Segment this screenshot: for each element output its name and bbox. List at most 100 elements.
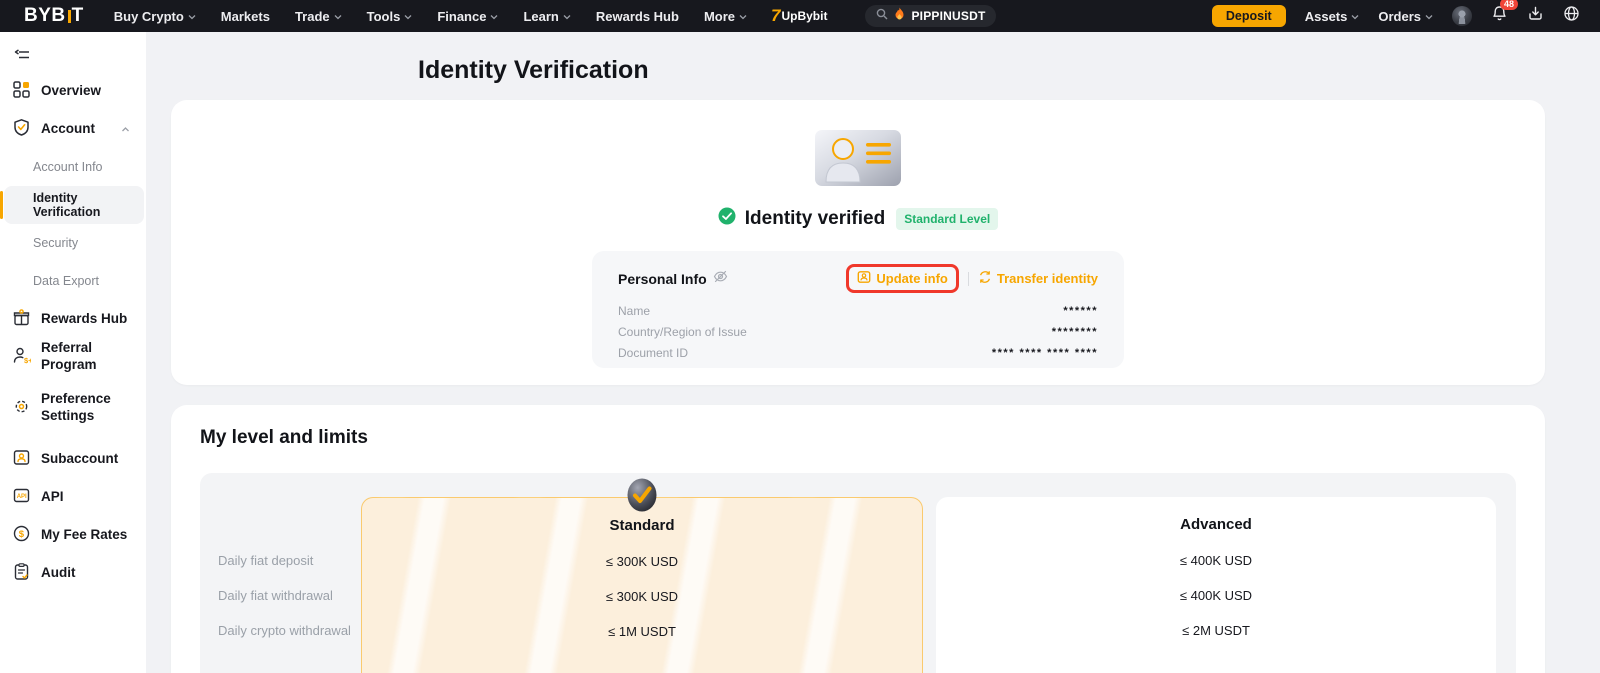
search-icon [876, 7, 888, 25]
menu-label: Learn [523, 9, 558, 24]
fee-coin-icon: $ [12, 524, 31, 546]
main-content: Identity Verification Identity verified [146, 32, 1600, 673]
sidebar-item-audit[interactable]: Audit [0, 554, 146, 592]
sidebar-item-preference-settings[interactable]: Preference Settings [0, 376, 146, 440]
chevron-up-icon [121, 122, 130, 137]
level-column-standard: Standard ≤ 300K USD ≤ 300K USD ≤ 1M USDT [361, 497, 923, 673]
limit-value: ≤ 300K USD [362, 589, 922, 604]
download-app-button[interactable] [1527, 5, 1544, 27]
sidebar: Overview Account Account Info Identity V… [0, 32, 146, 673]
sidebar-item-label: Rewards Hub [41, 311, 127, 328]
assets-menu[interactable]: Assets [1305, 9, 1360, 24]
sidebar-collapse-icon [14, 48, 32, 67]
row-value-masked: ****** [1063, 305, 1098, 317]
info-row-document-id: Document ID **** **** **** **** [618, 342, 1098, 363]
assets-label: Assets [1305, 9, 1348, 24]
menu-buy-crypto[interactable]: Buy Crypto [114, 9, 196, 24]
eye-off-icon[interactable] [713, 269, 728, 289]
limits-panel: Daily fiat deposit Daily fiat withdrawal… [200, 473, 1516, 673]
logo-text-right: T [72, 5, 84, 27]
sidebar-item-api[interactable]: API API [0, 478, 146, 516]
verified-status-text: Identity verified [745, 208, 885, 230]
standard-level-badge: Standard Level [896, 208, 998, 230]
update-info-icon [857, 270, 871, 287]
update-info-label: Update info [876, 271, 948, 286]
sidebar-item-subaccount[interactable]: Subaccount [0, 440, 146, 478]
menu-learn[interactable]: Learn [523, 9, 570, 24]
personal-info-card: Personal Info Update info [592, 251, 1124, 368]
sidebar-item-label: My Fee Rates [41, 527, 127, 544]
menu-finance[interactable]: Finance [437, 9, 498, 24]
row-label: Name [618, 304, 650, 318]
gear-icon [12, 397, 31, 419]
upbybit-seven: 7 [771, 6, 780, 26]
limit-value: ≤ 2M USDT [936, 623, 1496, 638]
gift-icon [12, 308, 31, 330]
id-card-illustration [813, 128, 903, 193]
menu-more[interactable]: More [704, 9, 747, 24]
limits-section-title: My level and limits [200, 427, 368, 449]
sidebar-item-label: Account [41, 121, 95, 138]
sidebar-item-my-fee-rates[interactable]: $ My Fee Rates [0, 516, 146, 554]
sidebar-item-identity-verification[interactable]: Identity Verification [4, 186, 144, 224]
audit-clipboard-icon [12, 562, 31, 584]
notifications-button[interactable]: 48 [1491, 5, 1508, 27]
orders-menu[interactable]: Orders [1378, 9, 1433, 24]
sidebar-item-label: API [41, 489, 64, 506]
user-avatar[interactable] [1452, 6, 1472, 26]
menu-label: Finance [437, 9, 486, 24]
flame-icon [894, 7, 905, 25]
update-info-button[interactable]: Update info [857, 270, 948, 287]
referral-person-icon: $+ [12, 346, 31, 368]
language-button[interactable] [1563, 5, 1580, 27]
chevron-down-icon [1425, 13, 1433, 21]
personal-info-title: Personal Info [618, 271, 707, 287]
main-menu: Buy Crypto Markets Trade Tools Finance L… [114, 9, 747, 24]
level-name: Advanced [936, 516, 1496, 533]
chevron-down-icon [188, 13, 196, 21]
personal-info-actions: Update info Transfer identity [846, 264, 1098, 293]
nav-right-group: Deposit Assets Orders 48 [1212, 5, 1580, 27]
sidebar-item-account[interactable]: Account [0, 110, 146, 148]
check-circle-icon [718, 207, 736, 230]
sidebar-item-label: Overview [41, 83, 101, 100]
menu-markets[interactable]: Markets [221, 9, 270, 24]
row-label: Country/Region of Issue [618, 325, 747, 339]
search-input[interactable]: PIPPINUSDT [865, 5, 996, 27]
sidebar-item-referral-program[interactable]: $+ Referral Program [0, 338, 146, 376]
row-label: Document ID [618, 346, 688, 360]
bybit-logo[interactable]: BYBT [24, 5, 84, 27]
sidebar-item-overview[interactable]: Overview [0, 72, 146, 110]
sidebar-sub-label: Security [33, 236, 78, 250]
menu-label: Markets [221, 9, 270, 24]
sidebar-item-data-export[interactable]: Data Export [0, 262, 146, 300]
menu-label: More [704, 9, 735, 24]
upbybit-link[interactable]: 7 UpBybit [771, 6, 827, 26]
actions-divider [968, 272, 969, 286]
menu-trade[interactable]: Trade [295, 9, 342, 24]
limit-value: ≤ 300K USD [362, 554, 922, 569]
level-column-advanced: Advanced ≤ 400K USD ≤ 400K USD ≤ 2M USDT [936, 497, 1496, 673]
top-navbar: BYBT Buy Crypto Markets Trade Tools Fina… [0, 0, 1600, 32]
sidebar-sub-label: Data Export [33, 274, 99, 288]
sidebar-item-rewards-hub[interactable]: Rewards Hub [0, 300, 146, 338]
chevron-down-icon [404, 13, 412, 21]
notification-badge: 48 [1500, 0, 1518, 10]
menu-tools[interactable]: Tools [367, 9, 413, 24]
limit-row-label: Daily crypto withdrawal [218, 623, 351, 638]
transfer-identity-button[interactable]: Transfer identity [978, 270, 1098, 287]
sidebar-item-security[interactable]: Security [0, 224, 146, 262]
overview-icon [12, 80, 31, 102]
limit-row-label: Daily fiat deposit [218, 553, 313, 568]
chevron-down-icon [1351, 13, 1359, 21]
search-value: PIPPINUSDT [911, 9, 985, 23]
verification-status-card: Identity verified Standard Level Persona… [171, 100, 1545, 385]
verified-status-row: Identity verified Standard Level [718, 207, 998, 230]
menu-rewards-hub[interactable]: Rewards Hub [596, 9, 679, 24]
sidebar-sub-label: Identity Verification [33, 191, 144, 219]
sidebar-item-account-info[interactable]: Account Info [0, 148, 146, 186]
deposit-button[interactable]: Deposit [1212, 5, 1286, 27]
menu-label: Trade [295, 9, 330, 24]
menu-label: Tools [367, 9, 401, 24]
sidebar-collapse-button[interactable] [0, 42, 146, 72]
